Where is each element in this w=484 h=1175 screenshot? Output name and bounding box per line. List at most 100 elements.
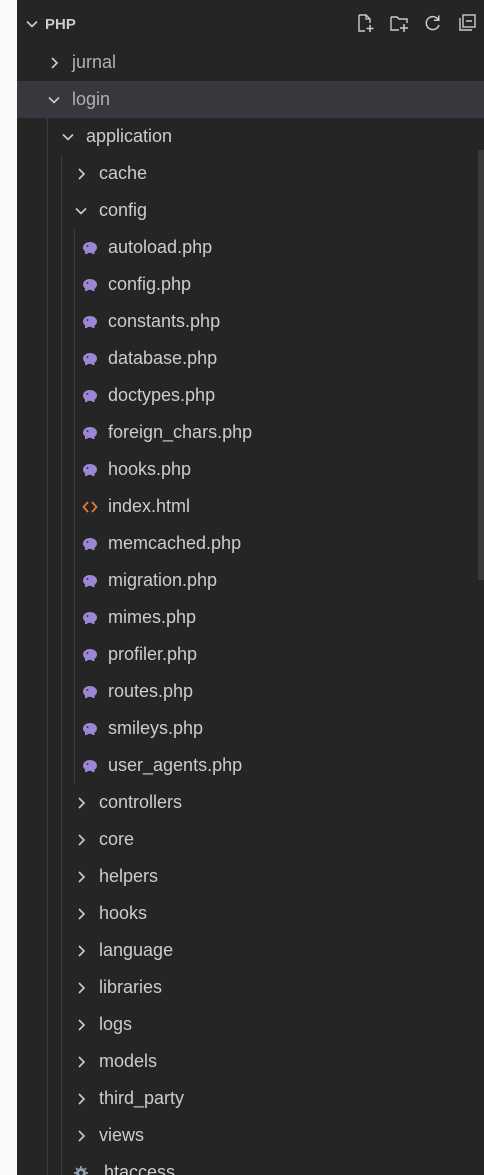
indent-guide <box>74 673 75 710</box>
tree-item-label: autoload.php <box>108 237 213 257</box>
tree-file-routes-php[interactable]: routes.php <box>17 673 484 710</box>
tree-file-migration-php[interactable]: migration.php <box>17 562 484 599</box>
indent-guide <box>61 895 62 932</box>
chevron-right-icon <box>70 1014 92 1036</box>
indent-guide <box>61 525 62 562</box>
php-elephant-icon <box>79 459 101 481</box>
tree-item-label: mimes.php <box>108 607 197 627</box>
tree-folder-core[interactable]: core <box>17 821 484 858</box>
indent-guide <box>61 969 62 1006</box>
tree-file-index-html[interactable]: index.html <box>17 488 484 525</box>
indent-guide <box>61 340 62 377</box>
php-elephant-icon <box>79 237 101 259</box>
tree-file-doctypes-php[interactable]: doctypes.php <box>17 377 484 414</box>
tree-folder-helpers[interactable]: helpers <box>17 858 484 895</box>
indent-guide <box>47 414 48 451</box>
chevron-right-icon <box>70 866 92 888</box>
indent-guide <box>61 932 62 969</box>
indent-guide <box>47 673 48 710</box>
indent-guide <box>61 1043 62 1080</box>
tree-folder-jurnal[interactable]: jurnal <box>17 44 484 81</box>
php-elephant-icon <box>79 644 101 666</box>
tree-file-config-php[interactable]: config.php <box>17 266 484 303</box>
indent-guide <box>74 562 75 599</box>
tree-folder-models[interactable]: models <box>17 1043 484 1080</box>
scrollbar[interactable] <box>478 150 484 580</box>
indent-guide <box>47 1080 48 1117</box>
indent-guide <box>61 747 62 784</box>
chevron-right-icon <box>70 1051 92 1073</box>
tree-file-foreign-chars-php[interactable]: foreign_chars.php <box>17 414 484 451</box>
indent-guide <box>47 118 48 155</box>
tree-folder-application[interactable]: application <box>17 118 484 155</box>
php-elephant-icon <box>79 385 101 407</box>
collapse-all-icon[interactable] <box>456 12 478 34</box>
tree-item-label: login <box>72 89 111 109</box>
tree-file-database-php[interactable]: database.php <box>17 340 484 377</box>
file-tree: jurnal login application cache config autoloa… <box>17 44 484 1175</box>
tree-file-hooks-php[interactable]: hooks.php <box>17 451 484 488</box>
php-elephant-icon <box>79 681 101 703</box>
section-title: PHP <box>45 15 76 33</box>
chevron-down-icon <box>57 126 79 148</box>
tree-item-label: config.php <box>108 274 192 294</box>
indent-guide <box>61 710 62 747</box>
tree-folder-libraries[interactable]: libraries <box>17 969 484 1006</box>
tree-item-label: controllers <box>99 792 183 812</box>
indent-guide <box>47 488 48 525</box>
indent-guide <box>61 821 62 858</box>
chevron-right-icon <box>70 792 92 814</box>
tree-file-profiler-php[interactable]: profiler.php <box>17 636 484 673</box>
tree-file-autoload-php[interactable]: autoload.php <box>17 229 484 266</box>
indent-guide <box>47 266 48 303</box>
tree-folder-cache[interactable]: cache <box>17 155 484 192</box>
tree-file-smileys-php[interactable]: smileys.php <box>17 710 484 747</box>
tree-item-label: config <box>99 200 148 220</box>
tree-folder-controllers[interactable]: controllers <box>17 784 484 821</box>
indent-guide <box>74 599 75 636</box>
new-folder-icon[interactable] <box>388 12 410 34</box>
indent-guide <box>47 192 48 229</box>
tree-item-label: memcached.php <box>108 533 242 553</box>
tree-file-user-agents-php[interactable]: user_agents.php <box>17 747 484 784</box>
tree-file-memcached-php[interactable]: memcached.php <box>17 525 484 562</box>
tree-item-label: hooks.php <box>108 459 192 479</box>
tree-item-label: user_agents.php <box>108 755 243 775</box>
indent-guide <box>47 340 48 377</box>
php-elephant-icon <box>79 348 101 370</box>
indent-guide <box>61 266 62 303</box>
tree-file-mimes-php[interactable]: mimes.php <box>17 599 484 636</box>
tree-folder-login[interactable]: login <box>17 81 484 118</box>
tree-folder-language[interactable]: language <box>17 932 484 969</box>
refresh-icon[interactable] <box>422 12 444 34</box>
chevron-right-icon <box>70 1088 92 1110</box>
tree-item-label: jurnal <box>72 52 117 72</box>
tree-folder-third-party[interactable]: third_party <box>17 1080 484 1117</box>
indent-guide <box>61 155 62 192</box>
chevron-down-icon[interactable] <box>21 17 43 31</box>
indent-guide <box>61 451 62 488</box>
tree-item-label: index.html <box>108 496 191 516</box>
chevron-down-icon <box>43 89 65 111</box>
tree-item-label: foreign_chars.php <box>108 422 253 442</box>
tree-file-constants-php[interactable]: constants.php <box>17 303 484 340</box>
tree-folder-config[interactable]: config <box>17 192 484 229</box>
php-elephant-icon <box>79 533 101 555</box>
php-elephant-icon <box>79 422 101 444</box>
indent-guide <box>47 451 48 488</box>
tree-folder-views[interactable]: views <box>17 1117 484 1154</box>
explorer-section-header[interactable]: PHP <box>17 8 484 40</box>
tree-folder-logs[interactable]: logs <box>17 1006 484 1043</box>
indent-guide <box>47 747 48 784</box>
indent-guide <box>61 303 62 340</box>
indent-guide <box>74 747 75 784</box>
indent-guide <box>47 821 48 858</box>
tree-item-label: .htaccess <box>99 1162 176 1175</box>
tree-item-label: application <box>86 126 173 146</box>
tree-folder-hooks[interactable]: hooks <box>17 895 484 932</box>
indent-guide <box>61 784 62 821</box>
chevron-right-icon <box>70 1125 92 1147</box>
tree-item-label: helpers <box>99 866 159 886</box>
tree-file-htaccess[interactable]: .htaccess <box>17 1154 484 1175</box>
new-file-icon[interactable] <box>354 12 376 34</box>
